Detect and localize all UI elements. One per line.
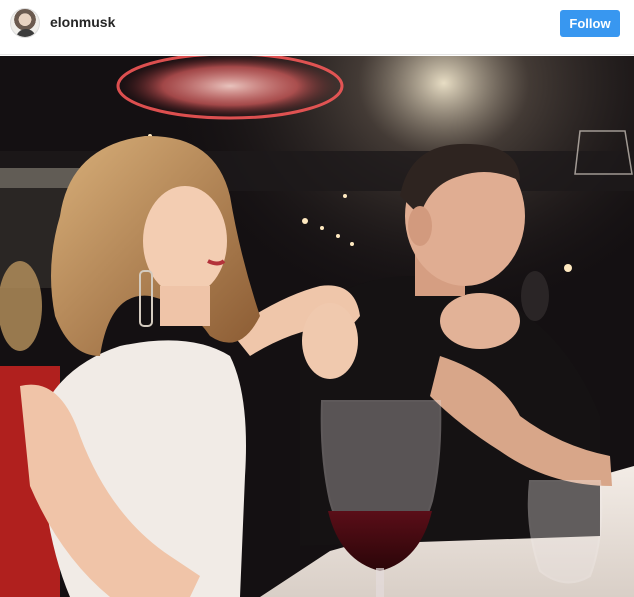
background-diner-left <box>0 261 42 351</box>
post-photo[interactable] <box>0 56 634 597</box>
background-diner-right <box>521 271 549 321</box>
username-link[interactable]: elonmusk <box>50 14 115 30</box>
avatar[interactable] <box>10 8 40 38</box>
man-hands <box>440 293 520 349</box>
post-header: elonmusk Follow <box>0 0 634 55</box>
woman-face <box>143 186 227 296</box>
woman-neck <box>160 286 210 326</box>
avatar-shoulders <box>16 29 36 37</box>
man-ear <box>408 206 432 246</box>
woman-hand <box>302 303 358 379</box>
photo-illustration <box>0 56 634 597</box>
water-glass <box>527 480 603 584</box>
follow-button[interactable]: Follow <box>560 10 620 37</box>
